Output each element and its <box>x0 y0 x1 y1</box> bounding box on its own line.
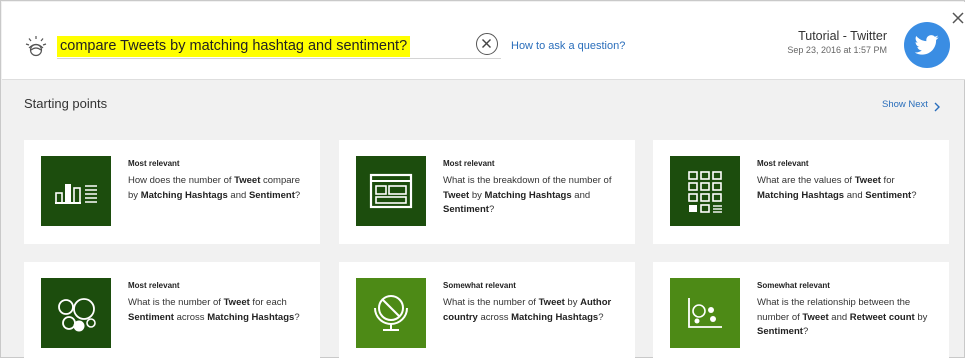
question-keyword: Retweet count <box>849 311 915 323</box>
question-fragment: What is the number of <box>443 297 539 308</box>
question-keyword: Matching Hashtags <box>140 189 228 201</box>
starting-point-card[interactable]: Somewhat relevant What is the relationsh… <box>653 262 949 358</box>
starting-point-card[interactable]: Most relevant How does the number of Twe… <box>24 140 320 244</box>
relevance-label: Most relevant <box>443 159 495 168</box>
how-to-ask-link[interactable]: How to ask a question? <box>511 40 625 52</box>
starting-point-card[interactable]: Most relevant What is the breakdown of t… <box>339 140 635 244</box>
bar-chart-icon <box>41 156 111 226</box>
question-keyword: Matching Hashtags <box>511 311 599 323</box>
show-next-link[interactable]: Show Next <box>882 99 928 110</box>
question-fragment: and <box>828 311 850 323</box>
question-fragment: and <box>844 189 866 201</box>
question-text: What is the relationship between the num… <box>757 296 937 340</box>
question-fragment: for each <box>249 297 287 308</box>
question-keyword: Sentiment <box>443 204 489 215</box>
starting-point-card[interactable]: Somewhat relevant What is the number of … <box>339 262 635 358</box>
relevance-label: Somewhat relevant <box>443 281 516 290</box>
question-keyword: Matching Hashtags <box>207 311 295 323</box>
close-icon <box>952 12 964 24</box>
watson-icon <box>25 35 47 57</box>
starting-point-card[interactable]: Most relevant What are the values of Twe… <box>653 140 949 244</box>
question-fragment: by <box>469 189 485 201</box>
globe-icon <box>356 278 426 348</box>
question-fragment: for <box>880 175 895 186</box>
question-text: What is the breakdown of the number of T… <box>443 174 623 218</box>
question-text: What is the number of Tweet by Author co… <box>443 296 623 325</box>
twitter-avatar <box>904 22 950 68</box>
question-keyword: Sentiment <box>757 326 803 337</box>
clear-icon <box>482 39 491 48</box>
question-fragment: by <box>914 311 928 323</box>
question-text: What are the values of Tweet for Matchin… <box>757 174 937 203</box>
relevance-label: Most relevant <box>128 281 180 290</box>
question-fragment: across <box>173 311 208 323</box>
dataset-date: Sep 23, 2016 at 1:57 PM <box>787 45 887 55</box>
grid-table-icon <box>670 156 740 226</box>
close-button[interactable] <box>951 11 965 25</box>
header-bar: compare Tweets by matching hashtag and s… <box>2 2 965 80</box>
relevance-label: Most relevant <box>128 159 180 168</box>
question-fragment: across <box>477 311 512 323</box>
question-keyword: Matching Hashtags <box>757 189 845 201</box>
dataset-title: Tutorial - Twitter <box>798 29 887 43</box>
question-keyword: Tweet <box>223 297 250 308</box>
scatter-plot-icon <box>670 278 740 348</box>
question-fragment: ? <box>598 311 604 323</box>
twitter-bird-icon <box>915 35 939 55</box>
question-keyword: Sentiment <box>248 189 295 201</box>
question-fragment: What is the number of <box>128 297 224 308</box>
chevron-right-icon[interactable] <box>933 99 941 117</box>
starting-point-card[interactable]: Most relevant What is the number of Twee… <box>24 262 320 358</box>
question-keyword: Tweet <box>802 311 829 323</box>
question-keyword: Sentiment <box>128 311 174 323</box>
relevance-label: Most relevant <box>757 159 809 168</box>
question-fragment: and <box>571 189 591 201</box>
section-title: Starting points <box>24 96 108 111</box>
question-fragment: by <box>564 297 581 308</box>
question-fragment: ? <box>802 326 809 337</box>
question-fragment: and <box>227 189 249 201</box>
question-keyword: Tweet <box>854 175 881 186</box>
relevance-label: Somewhat relevant <box>757 281 830 290</box>
dashboard-icon <box>356 156 426 226</box>
question-text: How does the number of Tweet compare by … <box>128 174 308 203</box>
question-fragment: ? <box>911 189 917 201</box>
app-window: compare Tweets by matching hashtag and s… <box>0 0 965 358</box>
question-fragment: ? <box>294 189 301 201</box>
query-text[interactable]: compare Tweets by matching hashtag and s… <box>57 36 411 57</box>
question-keyword: Tweet <box>234 175 261 186</box>
question-fragment: ? <box>294 311 300 323</box>
query-input[interactable]: compare Tweets by matching hashtag and s… <box>57 35 501 59</box>
question-keyword: Tweet <box>538 297 565 308</box>
question-keyword: Matching Hashtags <box>484 189 572 201</box>
question-keyword: Tweet <box>443 189 470 201</box>
bubble-chart-icon <box>41 278 111 348</box>
question-keyword: Sentiment <box>865 189 912 201</box>
clear-query-button[interactable] <box>476 33 498 55</box>
question-fragment: ? <box>488 204 495 215</box>
question-fragment: How does the number of <box>128 175 235 186</box>
question-fragment: What are the values of <box>757 175 855 186</box>
question-text: What is the number of Tweet for each Sen… <box>128 296 308 325</box>
question-fragment: What is the breakdown of the number of <box>443 175 612 186</box>
